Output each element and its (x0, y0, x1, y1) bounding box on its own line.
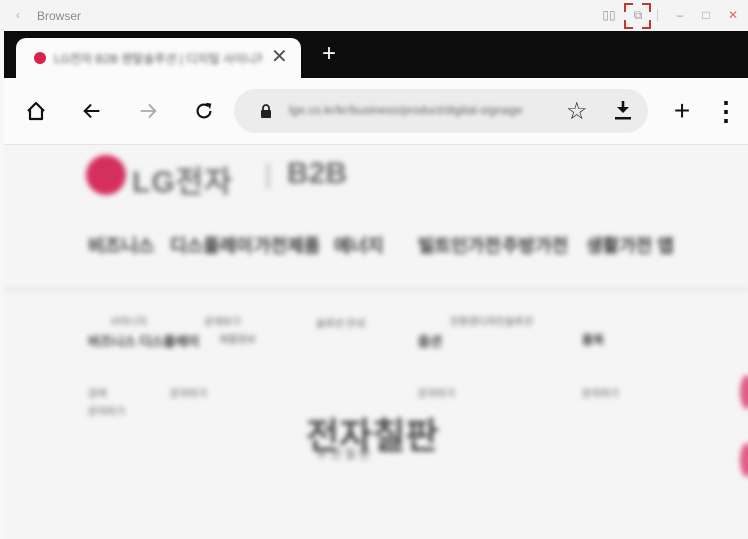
filter-label[interactable]: 비즈니스 디스플레이 (88, 331, 199, 350)
minimize-button[interactable]: – (671, 6, 689, 24)
split-view-icon[interactable]: ▯▯ (600, 6, 618, 24)
inquiry-link[interactable]: 문의하기 (170, 385, 207, 400)
window-back-icon[interactable]: ‹ (16, 8, 20, 22)
logo-divider (267, 163, 269, 189)
back-button[interactable] (78, 97, 106, 125)
address-bar[interactable]: lge.co.kr/kr/business/product/digital-si… (234, 89, 648, 133)
new-tab-button[interactable]: + (322, 40, 336, 68)
filter-label: 사이니지 (110, 317, 147, 328)
bookmark-star-icon[interactable]: ☆ (566, 97, 588, 126)
header-divider (4, 289, 748, 290)
window-title: Browser (37, 9, 82, 23)
logo-text[interactable]: LG전자 (132, 157, 233, 201)
lg-favicon-icon (34, 52, 46, 64)
tab-strip: LG전자 B2B 렌탈솔루션 | 디지털 사이니지 ✕ + (4, 31, 748, 78)
nav-item[interactable]: 에너지 (334, 232, 384, 258)
nav-item[interactable]: 비즈니스 (88, 232, 154, 258)
web-page-content: LG전자 B2B 비즈니스 디스플레이 가전제품 에너지 빌트인가전 주방가전 … (4, 145, 748, 539)
logo-b2b[interactable]: B2B (287, 157, 347, 191)
filter-label[interactable]: 품목 (582, 331, 604, 348)
nav-item[interactable]: 디스플레이 (170, 232, 253, 258)
add-button[interactable]: + (668, 95, 696, 126)
back-arrow-icon (83, 103, 100, 119)
nav-item[interactable]: 빌트인가전 (418, 232, 501, 258)
forward-button[interactable] (134, 97, 162, 125)
tab-active[interactable]: LG전자 B2B 렌탈솔루션 | 디지털 사이니지 ✕ (16, 38, 301, 78)
tab-title: LG전자 B2B 렌탈솔루션 | 디지털 사이니지 (54, 52, 262, 66)
forward-arrow-icon (140, 103, 157, 119)
floating-button[interactable] (740, 443, 748, 477)
title-bar-divider (657, 9, 658, 21)
inquiry-link[interactable]: 문의하기 (582, 385, 619, 400)
filter-label: 제품정보 (219, 335, 256, 346)
home-icon (27, 101, 45, 121)
browser-toolbar: lge.co.kr/kr/business/product/digital-si… (4, 78, 748, 145)
product-subheading: 무 선 칠 판 (316, 447, 371, 461)
nav-item[interactable]: 가전제품 (254, 232, 320, 258)
reload-icon (196, 102, 212, 119)
window-title-bar: ‹ Browser ▯▯ ⧉ – □ ✕ (0, 0, 748, 31)
nav-item[interactable]: 생활가전 앱 (586, 232, 674, 258)
home-button[interactable] (22, 97, 50, 125)
url-text[interactable]: lge.co.kr/kr/business/product/digital-si… (289, 103, 554, 117)
highlight-box (624, 3, 651, 29)
filter-label: 친환경디자인솔루션 (450, 317, 533, 328)
nav-item[interactable]: 주방가전 (502, 232, 568, 258)
floating-button[interactable] (740, 375, 748, 409)
inquiry-link[interactable]: 검색 (88, 385, 106, 400)
filter-label: 상세보기 (204, 317, 241, 328)
maximize-button[interactable]: □ (697, 6, 715, 24)
lg-logo-icon[interactable] (86, 155, 126, 195)
menu-kebab-icon[interactable]: ⋮ (712, 96, 740, 126)
tab-close-button[interactable]: ✕ (271, 44, 288, 69)
lock-icon (261, 104, 271, 118)
filter-label[interactable]: 옵션 (418, 331, 442, 350)
inquiry-link[interactable]: 문의하기 (88, 403, 125, 418)
filter-label: 솔루션 안내 (316, 319, 365, 330)
inquiry-link[interactable]: 문의하기 (418, 385, 455, 400)
download-icon[interactable] (612, 98, 634, 122)
reload-button[interactable] (190, 97, 218, 125)
close-window-button[interactable]: ✕ (724, 6, 742, 24)
